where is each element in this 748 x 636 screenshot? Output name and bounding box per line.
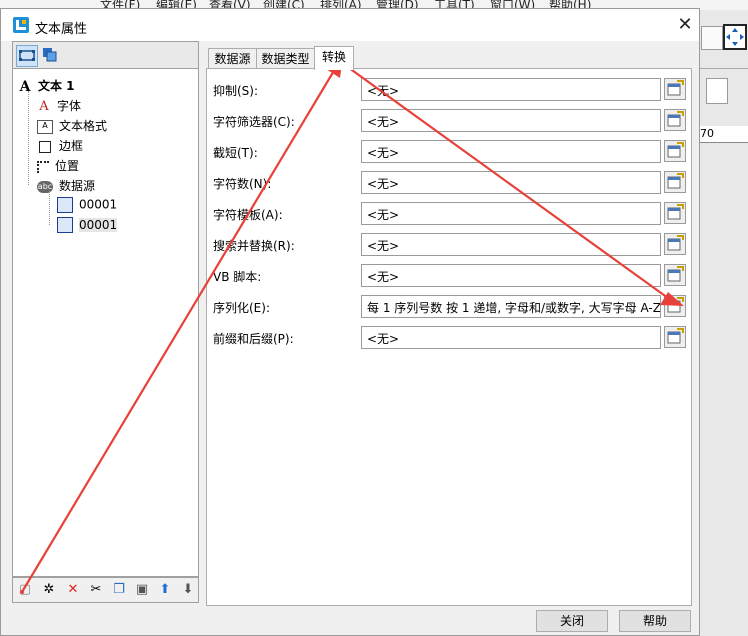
tree-item-font[interactable]: A 字体 <box>37 97 81 114</box>
tree-line <box>28 91 30 185</box>
tree-item-position[interactable]: 位置 <box>37 157 79 174</box>
edit-icon <box>667 328 684 344</box>
search-replace-edit-button[interactable] <box>664 233 686 255</box>
char-count-edit-button[interactable] <box>664 171 686 193</box>
tree-item-label: 边框 <box>59 139 84 153</box>
new-icon[interactable]: ▢ <box>16 581 34 599</box>
char-filter-field[interactable]: <无> <box>361 109 661 132</box>
char-template-field[interactable]: <无> <box>361 202 661 225</box>
search-replace-label: 搜索并替换(R): <box>213 239 295 253</box>
serialize-field[interactable]: 每 1 序列号数 按 1 递增, 字母和/或数字, 大写字母 A-Z <box>361 295 661 318</box>
app-logo-icon <box>13 17 29 33</box>
tree-item-label: 字体 <box>57 99 82 113</box>
ruler: 70 <box>698 126 748 143</box>
tree-item-label: 数据源 <box>59 179 96 193</box>
font-icon: A <box>39 98 49 114</box>
edit-icon <box>667 297 684 313</box>
tree-view-toolbar <box>12 41 199 69</box>
suppress-edit-button[interactable] <box>664 78 686 100</box>
close-icon[interactable]: ✕ <box>673 13 697 37</box>
prefix-suffix-label: 前缀和后缀(P): <box>213 332 294 346</box>
edit-icon <box>667 111 684 127</box>
vb-script-edit-button[interactable] <box>664 264 686 286</box>
cut-icon[interactable]: ✂ <box>87 581 105 599</box>
edit-icon <box>667 173 684 189</box>
help-button[interactable]: 帮助 <box>619 610 691 632</box>
dialog-titlebar: 文本属性 ✕ <box>1 9 699 41</box>
tree-item-data-source[interactable]: abc 数据源 <box>37 177 95 194</box>
tree-subitem-label: 00001 <box>79 217 118 232</box>
suppress-label: 抑制(S): <box>213 84 259 98</box>
tree-line <box>49 191 51 225</box>
tree-item-label: 位置 <box>55 159 80 173</box>
char-filter-edit-button[interactable] <box>664 109 686 131</box>
search-replace-field[interactable]: <无> <box>361 233 661 256</box>
move-up-icon[interactable]: ⬆ <box>156 581 174 599</box>
property-tree: A 文本 1 A 字体 A 文本格式 边框 位置 abc 数据源 00001 00001 <box>12 69 199 577</box>
delete-icon[interactable]: ✕ <box>64 581 82 599</box>
prefix-suffix-field[interactable]: <无> <box>361 326 661 349</box>
serialize-label: 序列化(E): <box>213 301 270 315</box>
dialog-title: 文本属性 <box>35 22 88 37</box>
data-file-icon <box>57 197 73 213</box>
tree-item-text-format[interactable]: A 文本格式 <box>37 117 107 134</box>
close-button[interactable]: 关闭 <box>536 610 608 632</box>
toolbar-divider <box>698 68 748 69</box>
char-template-label: 字符模板(A): <box>213 208 283 222</box>
move-icon[interactable] <box>723 24 747 50</box>
edit-icon <box>667 80 684 96</box>
align-icon[interactable] <box>706 78 728 104</box>
tree-subitem[interactable]: 00001 <box>57 217 118 233</box>
move-down-icon[interactable]: ⬇ <box>179 581 197 599</box>
data-file-icon <box>57 217 73 233</box>
border-icon <box>39 140 51 153</box>
tree-root[interactable]: A 文本 1 <box>18 77 75 94</box>
suppress-field[interactable]: <无> <box>361 78 661 101</box>
edit-icon <box>667 235 684 251</box>
paste-icon[interactable]: ▣ <box>133 581 151 599</box>
zoom-icon[interactable] <box>701 26 723 50</box>
tab-data-type[interactable]: 数据类型 <box>256 48 315 68</box>
tab-transform[interactable]: 转换 <box>314 46 354 70</box>
tree-item-border[interactable]: 边框 <box>37 137 83 154</box>
tree-subitem[interactable]: 00001 <box>57 197 117 213</box>
char-template-edit-button[interactable] <box>664 202 686 224</box>
position-icon <box>37 160 49 173</box>
truncate-label: 截短(T): <box>213 146 258 160</box>
prefix-suffix-edit-button[interactable] <box>664 326 686 348</box>
truncate-edit-button[interactable] <box>664 140 686 162</box>
tab-data-source[interactable]: 数据源 <box>208 48 257 68</box>
vb-script-field[interactable]: <无> <box>361 264 661 287</box>
tree-view-icon[interactable] <box>16 45 38 67</box>
text-format-icon: A <box>37 119 53 134</box>
tree-subitem-label: 00001 <box>79 197 118 212</box>
edit-icon <box>667 142 684 158</box>
edit-icon <box>667 266 684 282</box>
edit-icon <box>667 204 684 220</box>
tree-actions-toolbar: ▢ ✲ ✕ ✂ ❐ ▣ ⬆ ⬇ <box>12 577 199 603</box>
copy-icon[interactable]: ❐ <box>110 581 128 599</box>
tree-item-label: 文本格式 <box>59 119 108 133</box>
char-count-field[interactable]: <无> <box>361 171 661 194</box>
layers-icon[interactable] <box>40 45 60 65</box>
wand-icon[interactable]: ✲ <box>40 581 58 599</box>
char-count-label: 字符数(N): <box>213 177 272 191</box>
serialize-edit-button[interactable] <box>664 295 686 317</box>
ruler-number: 70 <box>700 127 714 140</box>
vb-script-label: VB 脚本: <box>213 270 262 284</box>
tree-root-label: 文本 1 <box>38 79 75 93</box>
truncate-field[interactable]: <无> <box>361 140 661 163</box>
char-filter-label: 字符筛选器(C): <box>213 115 295 129</box>
app-workspace <box>698 10 748 636</box>
